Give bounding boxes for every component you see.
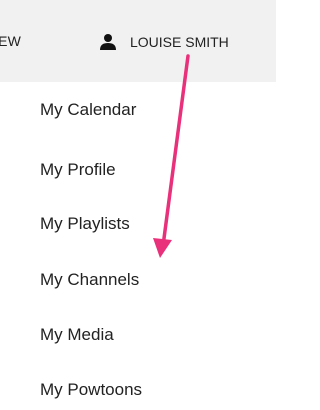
- menu-item-my-powtoons[interactable]: My Powtoons: [40, 380, 142, 400]
- menu-item-my-media[interactable]: My Media: [40, 325, 114, 345]
- user-name-label: LOUISE SMITH: [130, 34, 229, 50]
- menu-item-my-channels[interactable]: My Channels: [40, 270, 139, 290]
- user-menu-toggle[interactable]: LOUISE SMITH: [99, 28, 229, 56]
- user-dropdown-menu: My Calendar My Profile My Playlists My C…: [0, 82, 276, 410]
- user-icon: [100, 34, 116, 50]
- menu-item-my-profile[interactable]: My Profile: [40, 160, 116, 180]
- menu-item-my-calendar[interactable]: My Calendar: [40, 100, 136, 120]
- menu-item-my-playlists[interactable]: My Playlists: [40, 214, 130, 234]
- top-navigation-bar: IEW LOUISE SMITH: [0, 0, 276, 82]
- nav-item-new[interactable]: IEW: [0, 33, 21, 49]
